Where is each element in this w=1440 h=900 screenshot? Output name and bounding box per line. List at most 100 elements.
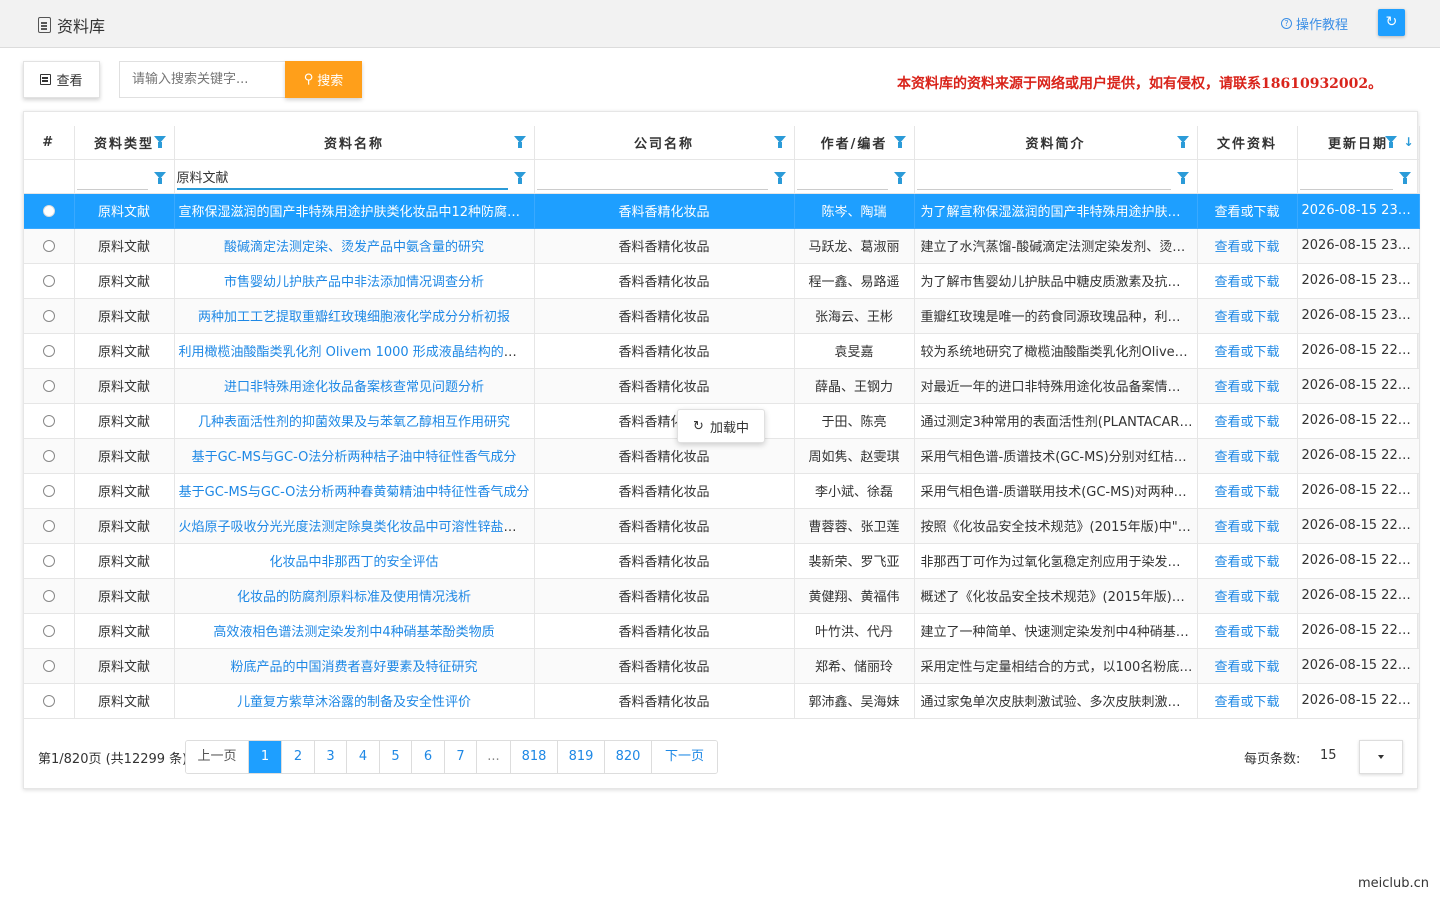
cell-name[interactable]: 基于GC-MS与GC-O法分析两种春黄菊精油中特征性香气成分 xyxy=(174,473,535,509)
table-row[interactable]: 原料文献 利用橄榄油酸酯类乳化剂 Olivem 1000 形成液晶结构的研究 香料香… xyxy=(24,333,1420,369)
doc-title-link[interactable]: 几种表面活性剂的抑菌效果及与苯氧乙醇相互作用研究 xyxy=(198,415,510,430)
download-link[interactable]: 查看或下载 xyxy=(1214,415,1279,430)
cell-file[interactable]: 查看或下载 xyxy=(1197,683,1298,719)
cell-file[interactable]: 查看或下载 xyxy=(1197,263,1298,299)
view-button[interactable]: 查看 xyxy=(23,61,100,98)
row-radio[interactable] xyxy=(42,239,55,252)
page-number[interactable]: 7 xyxy=(445,741,477,773)
refresh-button[interactable]: ↻ xyxy=(1378,9,1405,36)
cell-file[interactable]: 查看或下载 xyxy=(1197,193,1298,229)
cell-name[interactable]: 进口非特殊用途化妆品备案核查常见问题分析 xyxy=(174,368,535,404)
page-number[interactable]: 6 xyxy=(412,741,445,773)
row-radio[interactable] xyxy=(42,344,55,357)
page-number[interactable]: 819 xyxy=(558,741,605,773)
doc-title-link[interactable]: 儿童复方紫草沐浴露的制备及安全性评价 xyxy=(237,695,471,710)
cell-file[interactable]: 查看或下载 xyxy=(1197,228,1298,264)
doc-title-link[interactable]: 化妆品中非那西丁的安全评估 xyxy=(269,555,438,570)
download-link[interactable]: 查看或下载 xyxy=(1214,625,1279,640)
download-link[interactable]: 查看或下载 xyxy=(1214,590,1279,605)
filter-icon[interactable] xyxy=(153,171,166,184)
radio-cell[interactable] xyxy=(24,298,75,334)
download-link[interactable]: 查看或下载 xyxy=(1214,345,1279,360)
download-link[interactable]: 查看或下载 xyxy=(1214,450,1279,465)
table-row[interactable]: 原料文献 基于GC-MS与GC-O法分析两种春黄菊精油中特征性香气成分 香料香精化妆… xyxy=(24,473,1420,509)
radio-cell[interactable] xyxy=(24,228,75,264)
radio-cell[interactable] xyxy=(24,403,75,439)
cell-name[interactable]: 酸碱滴定法测定染、烫发产品中氨含量的研究 xyxy=(174,228,535,264)
page-number[interactable]: 4 xyxy=(347,741,380,773)
table-row[interactable]: 原料文献 市售婴幼儿护肤产品中非法添加情况调查分析 香料香精化妆品 程一鑫、易路遥 为了… xyxy=(24,263,1420,299)
cell-name[interactable]: 高效液相色谱法测定染发剂中4种硝基苯酚类物质 xyxy=(174,613,535,649)
filter-cell-name[interactable]: 原料文献 xyxy=(174,159,535,194)
row-radio[interactable] xyxy=(42,309,55,322)
radio-cell[interactable] xyxy=(24,543,75,579)
cell-file[interactable]: 查看或下载 xyxy=(1197,613,1298,649)
table-row[interactable]: 原料文献 儿童复方紫草沐浴露的制备及安全性评价 香料香精化妆品 郭沛鑫、吴海妹 通过家兔… xyxy=(24,683,1420,719)
row-radio[interactable] xyxy=(42,274,55,287)
page-number[interactable]: 818 xyxy=(511,741,558,773)
col-intro[interactable]: 资料简介 xyxy=(914,126,1198,160)
search-input[interactable] xyxy=(119,61,285,98)
page-number[interactable]: 1 xyxy=(249,741,282,773)
cell-name[interactable]: 基于GC-MS与GC-O法分析两种桔子油中特征性香气成分 xyxy=(174,438,535,474)
filter-cell-date[interactable] xyxy=(1297,159,1420,194)
row-radio[interactable] xyxy=(42,589,55,602)
row-radio[interactable] xyxy=(42,624,55,637)
cell-file[interactable]: 查看或下载 xyxy=(1197,473,1298,509)
table-row[interactable]: 原料文献 酸碱滴定法测定染、烫发产品中氨含量的研究 香料香精化妆品 马跃龙、葛淑丽 建立… xyxy=(24,228,1420,264)
download-link[interactable]: 查看或下载 xyxy=(1214,205,1279,220)
cell-name[interactable]: 化妆品的防腐剂原料标准及使用情况浅析 xyxy=(174,578,535,614)
filter-cell-company[interactable] xyxy=(534,159,795,194)
help-link[interactable]: ? 操作教程 xyxy=(1281,14,1348,33)
doc-title-link[interactable]: 两种加工工艺提取重瓣红玫瑰细胞液化学成分分析初报 xyxy=(198,310,510,325)
download-link[interactable]: 查看或下载 xyxy=(1214,555,1279,570)
cell-file[interactable]: 查看或下载 xyxy=(1197,543,1298,579)
filter-icon[interactable] xyxy=(1176,136,1189,148)
doc-title-link[interactable]: 基于GC-MS与GC-O法分析两种春黄菊精油中特征性香气成分 xyxy=(179,485,530,500)
filter-icon[interactable] xyxy=(1384,136,1397,148)
filter-icon[interactable] xyxy=(893,171,906,184)
table-row[interactable]: 原料文献 基于GC-MS与GC-O法分析两种桔子油中特征性香气成分 香料香精化妆品周… xyxy=(24,438,1420,474)
cell-name[interactable]: 几种表面活性剂的抑菌效果及与苯氧乙醇相互作用研究 xyxy=(174,403,535,439)
download-link[interactable]: 查看或下载 xyxy=(1214,695,1279,710)
filter-cell-type[interactable] xyxy=(74,159,175,194)
download-link[interactable]: 查看或下载 xyxy=(1214,660,1279,675)
filter-input-company[interactable] xyxy=(536,168,768,190)
per-page-dropdown[interactable] xyxy=(1359,740,1403,774)
row-radio[interactable] xyxy=(42,659,55,672)
filter-cell-intro[interactable] xyxy=(914,159,1198,194)
doc-title-link[interactable]: 酸碱滴定法测定染、烫发产品中氨含量的研究 xyxy=(224,240,484,255)
page-number[interactable]: 2 xyxy=(282,741,315,773)
cell-file[interactable]: 查看或下载 xyxy=(1197,648,1298,684)
radio-cell[interactable] xyxy=(24,368,75,404)
cell-name[interactable]: 宣称保湿滋润的国产非特殊用途护肤类化妆品中12种防腐剂的测定 xyxy=(174,193,535,229)
radio-cell[interactable] xyxy=(24,648,75,684)
doc-title-link[interactable]: 粉底产品的中国消费者喜好要素及特征研究 xyxy=(230,660,477,675)
filter-input-type[interactable] xyxy=(76,168,148,190)
row-radio[interactable] xyxy=(42,204,55,217)
cell-name[interactable]: 利用橄榄油酸酯类乳化剂 Olivem 1000 形成液晶结构的研究 xyxy=(174,333,535,369)
download-link[interactable]: 查看或下载 xyxy=(1214,275,1279,290)
radio-cell[interactable] xyxy=(24,473,75,509)
radio-cell[interactable] xyxy=(24,613,75,649)
table-row[interactable]: 原料文献 宣称保湿滋润的国产非特殊用途护肤类化妆品中12种防腐剂的测定 香料香精化妆… xyxy=(24,193,1420,229)
download-link[interactable]: 查看或下载 xyxy=(1214,485,1279,500)
doc-title-link[interactable]: 基于GC-MS与GC-O法分析两种桔子油中特征性香气成分 xyxy=(192,450,517,465)
col-name[interactable]: 资料名称 xyxy=(174,126,535,160)
cell-name[interactable]: 儿童复方紫草沐浴露的制备及安全性评价 xyxy=(174,683,535,719)
cell-name[interactable]: 两种加工工艺提取重瓣红玫瑰细胞液化学成分分析初报 xyxy=(174,298,535,334)
cell-name[interactable]: 火焰原子吸收分光光度法测定除臭类化妆品中可溶性锌盐的含量 xyxy=(174,508,535,544)
cell-file[interactable]: 查看或下载 xyxy=(1197,403,1298,439)
page-number[interactable]: 3 xyxy=(315,741,347,773)
table-row[interactable]: 原料文献 化妆品中非那西丁的安全评估 香料香精化妆品 裴新荣、罗飞亚 非那西丁可作为过氧… xyxy=(24,543,1420,579)
cell-file[interactable]: 查看或下载 xyxy=(1197,333,1298,369)
row-radio[interactable] xyxy=(42,414,55,427)
search-button[interactable]: ⚲ 搜索 xyxy=(285,61,362,98)
col-type[interactable]: 资料类型 xyxy=(74,126,175,160)
doc-title-link[interactable]: 市售婴幼儿护肤产品中非法添加情况调查分析 xyxy=(224,275,484,290)
radio-cell[interactable] xyxy=(24,263,75,299)
filter-input-name[interactable]: 原料文献 xyxy=(176,168,508,190)
filter-input-date[interactable] xyxy=(1299,168,1393,190)
download-link[interactable]: 查看或下载 xyxy=(1214,520,1279,535)
cell-file[interactable]: 查看或下载 xyxy=(1197,368,1298,404)
